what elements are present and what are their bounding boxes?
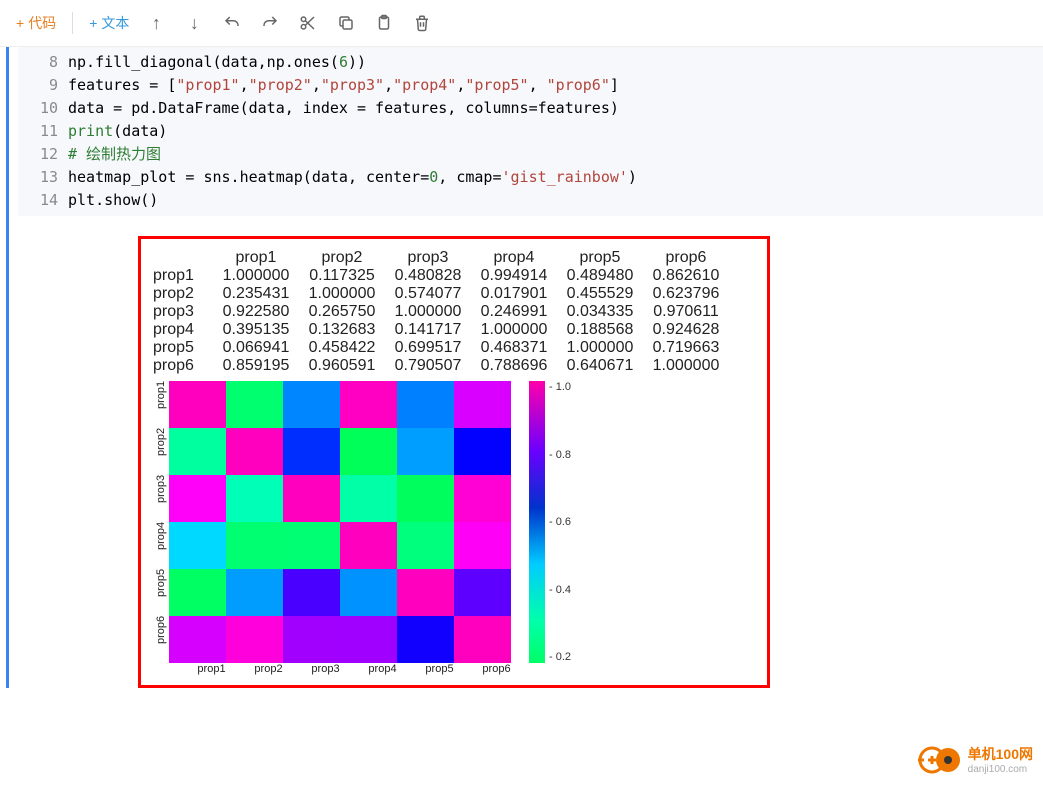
notebook-toolbar: + 代码 + 文本 ↑ ↓: [0, 0, 1043, 47]
watermark: 单机100网 danji100.com: [918, 744, 1033, 775]
colorbar-ticks: - 1.0- 0.8- 0.6- 0.4- 0.2: [549, 381, 571, 663]
paste-icon[interactable]: [373, 12, 395, 34]
move-down-icon[interactable]: ↓: [183, 12, 205, 34]
cell-output: prop1prop2prop3prop4prop5prop6prop11.000…: [138, 236, 770, 688]
watermark-name: 单机100网: [968, 744, 1033, 764]
notebook-cell: 891011121314 np.fill_diagonal(data,np.on…: [0, 47, 1043, 688]
watermark-logo-icon: [918, 746, 962, 774]
code-editor[interactable]: 891011121314 np.fill_diagonal(data,np.on…: [18, 47, 1043, 216]
undo-icon[interactable]: [221, 12, 243, 34]
colorbar-gradient: [529, 381, 545, 663]
add-code-label: 代码: [28, 13, 56, 33]
watermark-url: danji100.com: [968, 764, 1033, 775]
cell-gutter: [6, 47, 18, 688]
heatmap-grid: [169, 381, 511, 663]
heatmap-y-labels: prop1prop2prop3prop4prop5prop6: [153, 381, 169, 663]
redo-icon[interactable]: [259, 12, 281, 34]
cut-icon[interactable]: [297, 12, 319, 34]
separator: [72, 12, 73, 34]
copy-icon[interactable]: [335, 12, 357, 34]
code-content[interactable]: np.fill_diagonal(data,np.ones(6))feature…: [68, 51, 1043, 212]
delete-icon[interactable]: [411, 12, 433, 34]
printed-dataframe: prop1prop2prop3prop4prop5prop6prop11.000…: [153, 249, 755, 375]
colorbar: - 1.0- 0.8- 0.6- 0.4- 0.2: [529, 381, 571, 663]
heatmap-x-labels: prop1prop2prop3prop4prop5prop6: [183, 663, 755, 675]
heatmap-chart: prop1prop2prop3prop4prop5prop6 - 1.0- 0.…: [153, 381, 755, 663]
line-numbers: 891011121314: [18, 51, 68, 212]
add-text-button[interactable]: + 文本: [89, 13, 129, 33]
add-text-label: 文本: [101, 13, 129, 33]
move-up-icon[interactable]: ↑: [145, 12, 167, 34]
add-code-button[interactable]: + 代码: [16, 13, 56, 33]
plus-icon: +: [89, 15, 97, 31]
plus-icon: +: [16, 15, 24, 31]
